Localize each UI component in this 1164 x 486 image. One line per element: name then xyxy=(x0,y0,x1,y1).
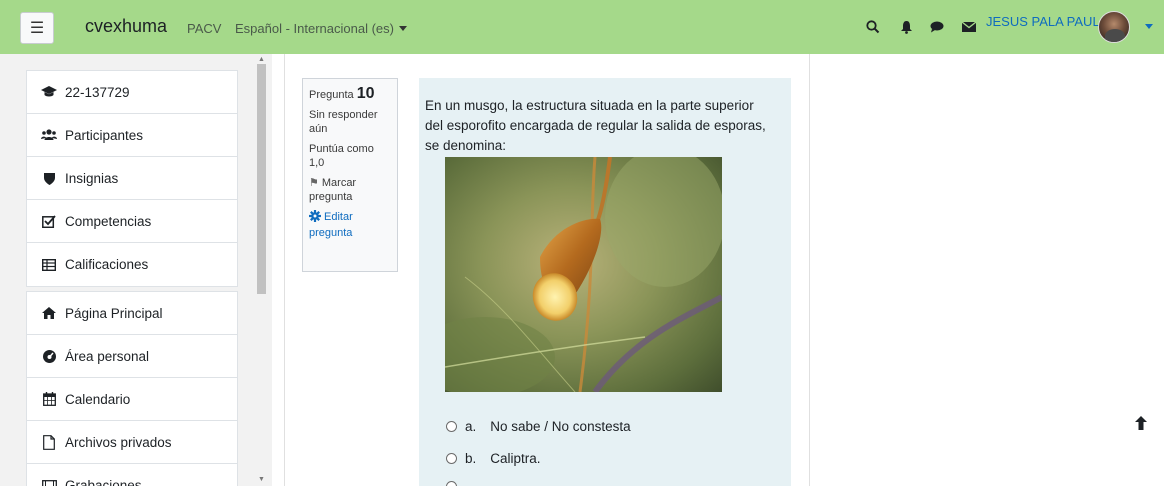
radio-button[interactable] xyxy=(446,421,457,432)
drawer-item-home[interactable]: Página Principal xyxy=(27,292,237,335)
question-grade: Puntúa como 1,0 xyxy=(309,143,374,169)
hamburger-icon: ☰ xyxy=(29,20,45,37)
bell-icon[interactable] xyxy=(895,14,917,40)
answer-text: No sabe / No constesta xyxy=(490,419,631,434)
drawer-item-label: Grabaciones xyxy=(65,478,142,486)
language-label: Español - Internacional (es) xyxy=(235,21,394,36)
drawer-item-calendar[interactable]: Calendario xyxy=(27,378,237,421)
shield-icon xyxy=(41,170,57,186)
site-brand[interactable]: cvexhuma xyxy=(85,16,167,37)
calendar-icon xyxy=(41,391,57,407)
drawer-item-badges[interactable]: Insignias xyxy=(27,157,237,200)
drawer-item-label: Insignias xyxy=(65,170,119,186)
gear-icon xyxy=(309,210,321,226)
checkbox-icon xyxy=(41,213,57,229)
drawer-item-recordings[interactable]: Grabaciones xyxy=(27,464,237,486)
drawer-item-label: Competencias xyxy=(65,213,152,229)
flag-question-link[interactable]: ⚑ Marcar pregunta xyxy=(309,176,391,204)
radio-button[interactable] xyxy=(446,481,457,486)
top-navbar: ☰ cvexhuma PACV Español - Internacional … xyxy=(0,0,1164,54)
drawer-item-course[interactable]: 22-137729 xyxy=(27,71,237,114)
radio-button[interactable] xyxy=(446,453,457,464)
answer-option-c[interactable] xyxy=(446,481,457,486)
drawer-item-grades[interactable]: Calificaciones xyxy=(27,243,237,286)
drawer-item-label: Participantes xyxy=(65,127,144,143)
table-icon xyxy=(41,257,57,273)
drawer-item-participants[interactable]: Participantes xyxy=(27,114,237,157)
drawer-item-label: Calendario xyxy=(65,391,131,407)
scroll-up-arrow-icon[interactable]: ▲ xyxy=(257,56,266,64)
avatar[interactable] xyxy=(1098,11,1130,43)
drawer-item-private-files[interactable]: Archivos privados xyxy=(27,421,237,464)
answer-option-a[interactable]: a. No sabe / No constesta xyxy=(446,419,631,434)
search-icon[interactable] xyxy=(862,14,884,40)
drawer-item-label: Área personal xyxy=(65,348,150,364)
question-status: Sin responder aún xyxy=(309,109,378,135)
question-number-value: 10 xyxy=(356,85,375,102)
file-icon xyxy=(41,434,57,450)
home-icon xyxy=(41,305,57,321)
flag-icon: ⚑ xyxy=(309,177,319,189)
chat-icon[interactable] xyxy=(926,14,948,40)
users-icon xyxy=(41,127,57,143)
drawer-item-label: Archivos privados xyxy=(65,434,172,450)
question-info-panel: Pregunta 10 Sin responder aún Puntúa com… xyxy=(302,78,398,272)
course-nav-group: 22-137729 Participantes Insignias Compet… xyxy=(26,70,238,287)
user-menu-name[interactable]: JESUS PALA PAUL xyxy=(986,14,1100,29)
drawer-item-label: 22-137729 xyxy=(65,84,130,100)
site-nav-group: Página Principal Área personal Calendari… xyxy=(26,291,238,486)
back-to-top-button[interactable] xyxy=(1126,410,1156,440)
arrow-up-icon xyxy=(1135,415,1147,435)
nav-link-pacv[interactable]: PACV xyxy=(187,21,221,36)
scroll-down-arrow-icon[interactable]: ▼ xyxy=(257,476,266,484)
drawer-item-label: Página Principal xyxy=(65,305,163,321)
drawer-item-label: Calificaciones xyxy=(65,257,149,272)
question-text: En un musgo, la estructura situada en la… xyxy=(425,98,766,153)
graduation-cap-icon xyxy=(41,84,57,100)
answer-text: Caliptra. xyxy=(490,451,541,466)
chevron-down-icon[interactable] xyxy=(1145,24,1153,29)
envelope-icon[interactable] xyxy=(958,14,980,40)
drawer-item-dashboard[interactable]: Área personal xyxy=(27,335,237,378)
edit-question-link[interactable]: Editar pregunta xyxy=(309,210,391,240)
answer-option-b[interactable]: b. Caliptra. xyxy=(446,451,541,466)
question-image-moss-capsule xyxy=(445,157,722,392)
chevron-down-icon xyxy=(398,26,407,31)
dashboard-icon xyxy=(41,348,57,364)
drawer-item-competencies[interactable]: Competencias xyxy=(27,200,237,243)
drawer-scrollbar-thumb[interactable] xyxy=(257,64,266,294)
menu-toggle-button[interactable]: ☰ xyxy=(20,12,54,44)
language-menu[interactable]: Español - Internacional (es) xyxy=(235,21,407,36)
question-number: Pregunta 10 xyxy=(309,85,375,102)
film-icon xyxy=(41,478,57,486)
